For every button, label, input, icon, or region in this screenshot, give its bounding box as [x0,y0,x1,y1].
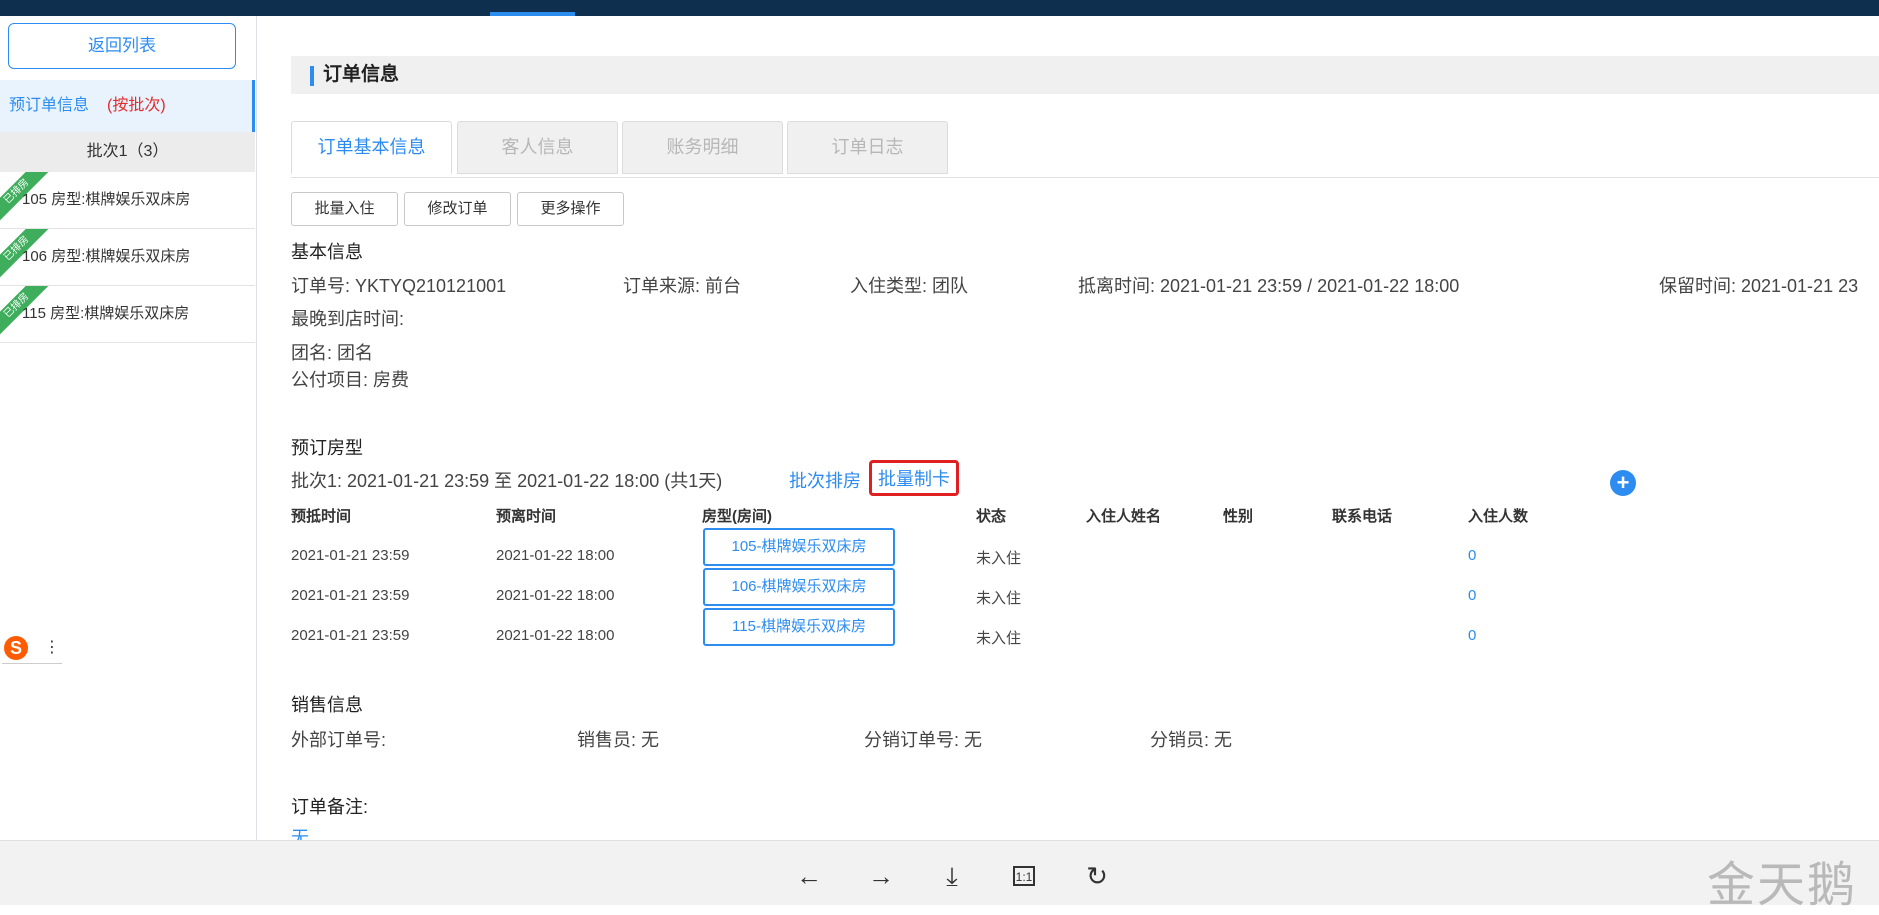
header-accent-bar [310,66,314,86]
group-name: 团名: 团名 [291,343,374,363]
col-room-type: 房型(房间) [702,508,772,525]
room-106-button[interactable]: 106-棋牌娱乐双床房 [703,568,895,606]
sidebar-section-tag: (按批次) [107,97,166,114]
distribution-order-number: 分销订单号: 无 [864,730,983,750]
download-icon[interactable]: ⤓ [937,861,967,891]
public-pay-items: 公付项目: 房费 [291,370,410,390]
main-content: 订单信息 订单基本信息 客人信息 账务明细 订单日志 批量入住 修改订单 更多操… [291,16,1879,840]
batch-assign-room-link[interactable]: 批次排房 [789,467,861,493]
row-status: 未入住 [976,630,1022,647]
ime-toolbar[interactable]: S ⋮ [2,633,62,664]
distributor: 分销员: 无 [1150,730,1233,750]
salesman: 销售员: 无 [577,730,660,750]
row-arrive-time: 2021-01-21 23:59 [291,587,410,604]
row-guest-count[interactable]: 0 [1468,627,1476,644]
tab-account-details[interactable]: 账务明细 [622,121,783,174]
add-icon[interactable]: + [1610,470,1636,496]
arrive-leave-time: 抵离时间: 2021-01-21 23:59 / 2021-01-22 18:0… [1078,276,1460,296]
col-leave-time: 预离时间 [496,508,557,525]
sogou-ime-icon[interactable]: S [4,636,28,660]
rotate-icon[interactable]: ↻ [1082,861,1112,891]
tab-guest-info[interactable]: 客人信息 [457,121,618,174]
checkin-type: 入住类型: 团队 [850,276,969,296]
modify-order-button[interactable]: 修改订单 [404,192,511,226]
row-guest-count[interactable]: 0 [1468,587,1476,604]
order-source: 订单来源: 前台 [623,276,742,296]
back-to-list-button[interactable]: 返回列表 [8,23,236,69]
col-guest-count: 入住人数 [1468,508,1529,525]
sidebar-room-item[interactable]: 已排房 106 房型:棋牌娱乐双床房 [0,229,255,286]
col-status: 状态 [976,508,1007,525]
sidebar-room-label: 106 房型:棋牌娱乐双床房 [22,248,191,265]
row-guest-count[interactable]: 0 [1468,547,1476,564]
booking-room-heading: 预订房型 [291,438,363,458]
row-leave-time: 2021-01-22 18:00 [496,627,615,644]
arrow-right-icon[interactable]: → [866,861,896,891]
col-guest-name: 入住人姓名 [1086,508,1162,525]
order-remark-heading: 订单备注: [291,797,369,817]
batch-line: 批次1: 2021-01-21 23:59 至 2021-01-22 18:00… [291,471,723,491]
room-105-button[interactable]: 105-棋牌娱乐双床房 [703,528,895,566]
room-115-button[interactable]: 115-棋牌娱乐双床房 [703,608,895,646]
more-actions-button[interactable]: 更多操作 [517,192,624,226]
external-order-number: 外部订单号: [291,730,387,750]
row-leave-time: 2021-01-22 18:00 [496,547,615,564]
actual-size-icon[interactable]: 1:1 [1013,866,1035,886]
sales-info-heading: 销售信息 [291,695,363,715]
tab-order-log[interactable]: 订单日志 [787,121,948,174]
latest-arrival-time: 最晚到店时间: [291,309,405,329]
row-status: 未入住 [976,590,1022,607]
more-vertical-icon[interactable]: ⋮ [44,637,60,659]
sidebar-room-item[interactable]: 已排房 115 房型:棋牌娱乐双床房 [0,286,255,343]
watermark-logo: 金天鹅 [1706,857,1857,913]
row-arrive-time: 2021-01-21 23:59 [291,547,410,564]
batch-make-card-link[interactable]: 批量制卡 [869,460,959,496]
image-viewer-toolbar: ← → ⤓ 1:1 ↻ 金天鹅 [0,840,1879,913]
top-nav-bar [0,0,1879,16]
sidebar-booking-info[interactable]: 预订单信息 (按批次) [0,80,255,132]
col-gender: 性别 [1223,508,1254,525]
basic-info-heading: 基本信息 [291,242,363,262]
order-info-header: 订单信息 [291,56,1879,94]
order-remark-value[interactable]: 无 [291,824,309,840]
sidebar-section-label: 预订单信息 [9,97,90,114]
row-arrive-time: 2021-01-21 23:59 [291,627,410,644]
sidebar-room-label: 115 房型:棋牌娱乐双床房 [22,305,190,322]
col-arrive-time: 预抵时间 [291,508,352,525]
row-leave-time: 2021-01-22 18:00 [496,587,615,604]
row-status: 未入住 [976,550,1022,567]
tab-basic-info[interactable]: 订单基本信息 [291,121,452,174]
col-phone: 联系电话 [1332,508,1393,525]
sidebar-batch-header[interactable]: 批次1（3） [0,132,255,172]
sidebar: 返回列表 预订单信息 (按批次) 批次1（3） 已排房 105 房型:棋牌娱乐双床… [0,16,257,840]
sidebar-room-label: 105 房型:棋牌娱乐双床房 [22,191,191,208]
page-title: 订单信息 [323,64,400,85]
order-tabs: 订单基本信息 客人信息 账务明细 订单日志 [291,121,1879,178]
order-number: 订单号: YKTYQ210121001 [291,276,507,296]
batch-checkin-button[interactable]: 批量入住 [291,192,398,226]
arrow-left-icon[interactable]: ← [794,861,824,891]
keep-time: 保留时间: 2021-01-21 23 [1659,276,1859,296]
sidebar-room-item[interactable]: 已排房 105 房型:棋牌娱乐双床房 [0,172,255,229]
